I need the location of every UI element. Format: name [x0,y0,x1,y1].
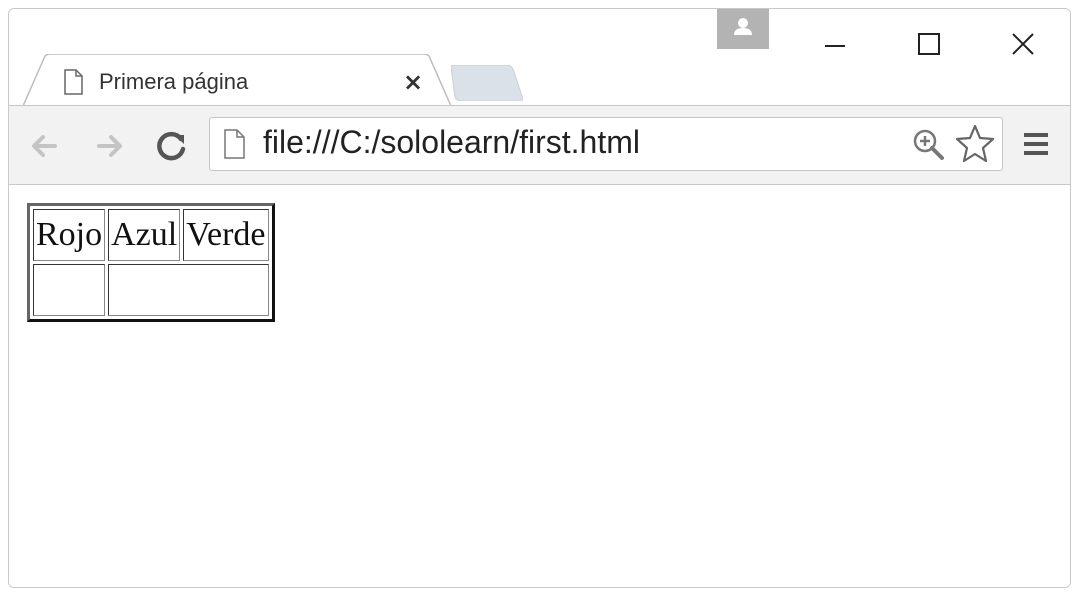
close-window-button[interactable] [983,17,1063,57]
page-content: Rojo Azul Verde [9,185,1070,587]
forward-button[interactable] [89,129,129,163]
tab-close-button[interactable]: × [401,69,425,95]
maximize-button[interactable] [889,17,969,57]
bookmark-star-icon[interactable] [955,123,995,163]
table-cell: Rojo [33,209,106,261]
tab-title: Primera página [99,69,249,94]
reload-button[interactable] [151,129,191,163]
table-cell-merged [108,264,269,316]
person-icon [734,18,752,35]
new-tab-button[interactable] [451,65,523,101]
table-cell: Verde [183,209,269,261]
table-cell: Azul [108,209,181,261]
browser-window: Primera página × file:///C:/sololearn/fi… [8,8,1071,588]
table-cell [33,264,106,316]
zoom-icon[interactable] [911,127,945,161]
table-row: Rojo Azul Verde [33,209,269,261]
profile-button[interactable] [717,9,769,49]
file-icon [224,129,245,159]
url-text[interactable]: file:///C:/sololearn/first.html [263,124,640,161]
page-icon [64,69,83,95]
back-button[interactable] [25,129,65,163]
menu-icon[interactable] [1021,127,1051,161]
table-row [33,264,269,316]
minimize-button[interactable] [795,17,875,57]
color-table: Rojo Azul Verde [27,203,275,322]
